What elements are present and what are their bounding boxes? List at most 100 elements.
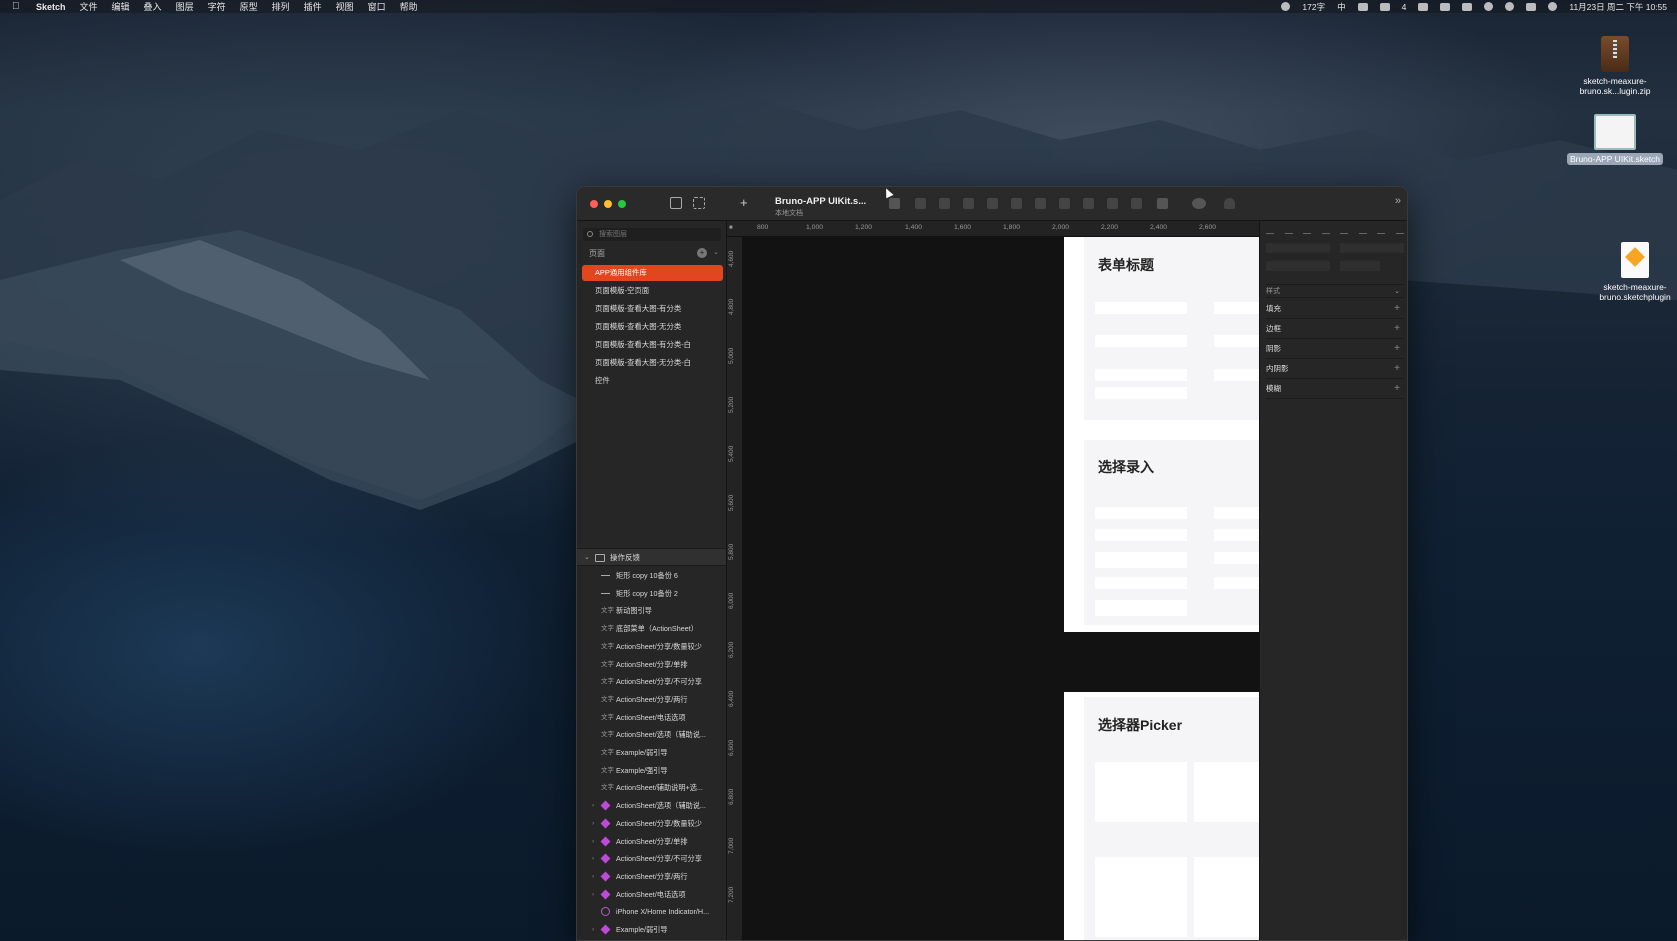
align-top-icon[interactable] bbox=[1321, 227, 1330, 234]
control-center-icon[interactable] bbox=[1526, 2, 1537, 11]
menu-prototype[interactable]: 原型 bbox=[240, 0, 258, 13]
width-field[interactable] bbox=[1266, 261, 1330, 271]
menu-layer[interactable]: 图层 bbox=[176, 0, 194, 13]
layer-row[interactable]: 文字 ActionSheet/辅助说明+选... bbox=[577, 779, 726, 796]
add-border-icon[interactable]: + bbox=[1394, 319, 1400, 339]
layer-row[interactable]: 文字 新动图引导 bbox=[577, 602, 726, 619]
menu-app[interactable]: Sketch bbox=[36, 2, 66, 12]
menu-insert[interactable]: 叠入 bbox=[144, 0, 162, 13]
symbol-icon[interactable] bbox=[915, 198, 926, 209]
disclosure-icon[interactable]: › bbox=[592, 850, 594, 867]
menu-help[interactable]: 帮助 bbox=[400, 0, 418, 13]
disclosure-icon[interactable]: › bbox=[592, 921, 594, 938]
layer-row[interactable]: 文字 ActionSheet/分享/单排 bbox=[577, 656, 726, 673]
minimize-button[interactable] bbox=[604, 200, 612, 208]
user-icon[interactable] bbox=[1484, 2, 1494, 11]
insert-plus-icon[interactable]: + bbox=[740, 195, 748, 210]
input-status[interactable]: 172字 bbox=[1302, 1, 1325, 13]
boolean-intersect-icon[interactable] bbox=[1083, 198, 1094, 209]
clock[interactable]: 11月23日 周二 下午 10:55 bbox=[1569, 1, 1667, 13]
artboard[interactable]: 表单标题 选择录入 选择器Picker bbox=[1064, 237, 1259, 940]
chevron-down-icon[interactable]: ⌄ bbox=[584, 549, 590, 567]
y-field[interactable] bbox=[1340, 243, 1404, 253]
add-blur-icon[interactable]: + bbox=[1394, 379, 1400, 399]
mask-icon[interactable] bbox=[1011, 198, 1022, 209]
menu-view[interactable]: 视图 bbox=[336, 0, 354, 13]
layer-row[interactable]: › ActionSheet/选项（辅助说... bbox=[577, 797, 726, 814]
disclosure-icon[interactable]: › bbox=[592, 868, 594, 885]
page-item[interactable]: 页面模版-查看大图-无分类 bbox=[582, 319, 723, 335]
menu-arrange[interactable]: 排列 bbox=[272, 0, 290, 13]
layer-row[interactable]: 文字 ActionSheet/选项（辅助说... bbox=[577, 726, 726, 743]
inner-shadow-section[interactable]: 内阴影 + bbox=[1266, 359, 1404, 379]
distribute-icon[interactable] bbox=[939, 198, 950, 209]
menu-window[interactable]: 窗口 bbox=[368, 0, 386, 13]
page-item[interactable]: APP通用组件库 bbox=[582, 265, 723, 281]
boolean-subtract-icon[interactable] bbox=[1059, 198, 1070, 209]
layer-row[interactable]: › ActionSheet/分享/两行 bbox=[577, 868, 726, 885]
layer-row[interactable]: 文字 ActionSheet/电话选项 bbox=[577, 709, 726, 726]
doc-title[interactable]: Bruno-APP UIKit.s... bbox=[775, 196, 866, 207]
menu-edit[interactable]: 编辑 bbox=[112, 0, 130, 13]
layer-row[interactable]: 文字 ActionSheet/分享/两行 bbox=[577, 691, 726, 708]
desktop-item-zip[interactable]: sketch-meaxure-bruno.sk...lugin.zip bbox=[1560, 36, 1670, 96]
disclosure-icon[interactable]: › bbox=[592, 797, 594, 814]
scissors-icon[interactable] bbox=[987, 198, 998, 209]
chevron-down-icon[interactable]: ⌄ bbox=[713, 248, 719, 256]
ime-indicator[interactable]: 中 bbox=[1337, 1, 1346, 13]
chevron-down-icon[interactable]: ⌄ bbox=[1394, 285, 1400, 299]
layer-row[interactable]: 文字 ActionSheet/分享/数量较少 bbox=[577, 638, 726, 655]
disclosure-icon[interactable]: › bbox=[592, 815, 594, 832]
boolean-union-icon[interactable] bbox=[1035, 198, 1046, 209]
siri-icon[interactable] bbox=[1548, 2, 1558, 11]
layer-row[interactable]: 文字 Example/强引导 bbox=[577, 762, 726, 779]
desktop-item-plugin[interactable]: sketch-meaxure-bruno.sketchplugin bbox=[1580, 242, 1677, 302]
align-middle-icon[interactable] bbox=[1340, 227, 1349, 234]
zoom-button[interactable] bbox=[618, 200, 626, 208]
expand-chevron-icon[interactable]: » bbox=[1395, 195, 1401, 207]
align-bottom-icon[interactable] bbox=[1358, 227, 1367, 234]
distribute-v-icon[interactable] bbox=[1395, 227, 1404, 234]
boolean-difference-icon[interactable] bbox=[1107, 198, 1118, 209]
spotlight-icon[interactable] bbox=[1505, 2, 1515, 11]
sync-icon[interactable] bbox=[1418, 2, 1429, 11]
layer-row[interactable]: 矩形 copy 10备份 6 bbox=[577, 567, 726, 584]
cloud-icon[interactable] bbox=[1192, 198, 1206, 209]
scale-icon[interactable] bbox=[1131, 198, 1142, 209]
fill-section[interactable]: 填充 + bbox=[1266, 299, 1404, 319]
add-page-icon[interactable]: + bbox=[697, 248, 707, 258]
grid-view-icon[interactable] bbox=[693, 197, 705, 209]
lock-icon[interactable]: ■ bbox=[729, 225, 733, 231]
align-icon[interactable] bbox=[963, 198, 974, 209]
close-button[interactable] bbox=[590, 200, 598, 208]
align-right-icon[interactable] bbox=[1303, 227, 1312, 234]
height-field[interactable] bbox=[1340, 261, 1380, 271]
layer-row[interactable]: › ActionSheet/分享/单排 bbox=[577, 833, 726, 850]
menu-plugins[interactable]: 插件 bbox=[304, 0, 322, 13]
add-inner-shadow-icon[interactable]: + bbox=[1394, 359, 1400, 379]
layer-row[interactable]: iPhone X/Home Indicator/H... bbox=[577, 903, 726, 920]
disclosure-icon[interactable]: › bbox=[592, 886, 594, 903]
blur-section[interactable]: 模糊 + bbox=[1266, 379, 1404, 399]
canvas[interactable]: 表单标题 选择录入 选择器Picker bbox=[743, 237, 1259, 940]
layer-row[interactable]: 文字 ActionSheet/分享/不可分享 bbox=[577, 673, 726, 690]
cloud-icon[interactable] bbox=[1379, 2, 1390, 11]
apple-icon[interactable]:  bbox=[12, 1, 22, 12]
page-item[interactable]: 页面模版-查看大图-有分类 bbox=[582, 301, 723, 317]
notification-count[interactable]: 4 bbox=[1402, 2, 1407, 12]
bluetooth-icon[interactable] bbox=[1440, 2, 1451, 11]
page-item[interactable]: 页面模版-查看大图-无分类-白 bbox=[582, 355, 723, 371]
menu-text[interactable]: 字符 bbox=[208, 0, 226, 13]
layer-group-header[interactable]: ⌄ 操作反馈 bbox=[577, 548, 726, 566]
distribute-h-icon[interactable] bbox=[1377, 227, 1386, 234]
style-header[interactable]: 样式 ⌄ bbox=[1266, 284, 1404, 298]
x-field[interactable] bbox=[1266, 243, 1330, 253]
align-center-icon[interactable] bbox=[1284, 227, 1293, 234]
disclosure-icon[interactable]: › bbox=[592, 833, 594, 850]
edit-icon[interactable] bbox=[889, 198, 900, 209]
layer-row[interactable]: › ActionSheet/电话选项 bbox=[577, 886, 726, 903]
page-item[interactable]: 页面模版-查看大图-有分类-白 bbox=[582, 337, 723, 353]
screen-icon[interactable] bbox=[1357, 2, 1368, 11]
page-item[interactable]: 页面模版-空页面 bbox=[582, 283, 723, 299]
add-shadow-icon[interactable]: + bbox=[1394, 339, 1400, 359]
